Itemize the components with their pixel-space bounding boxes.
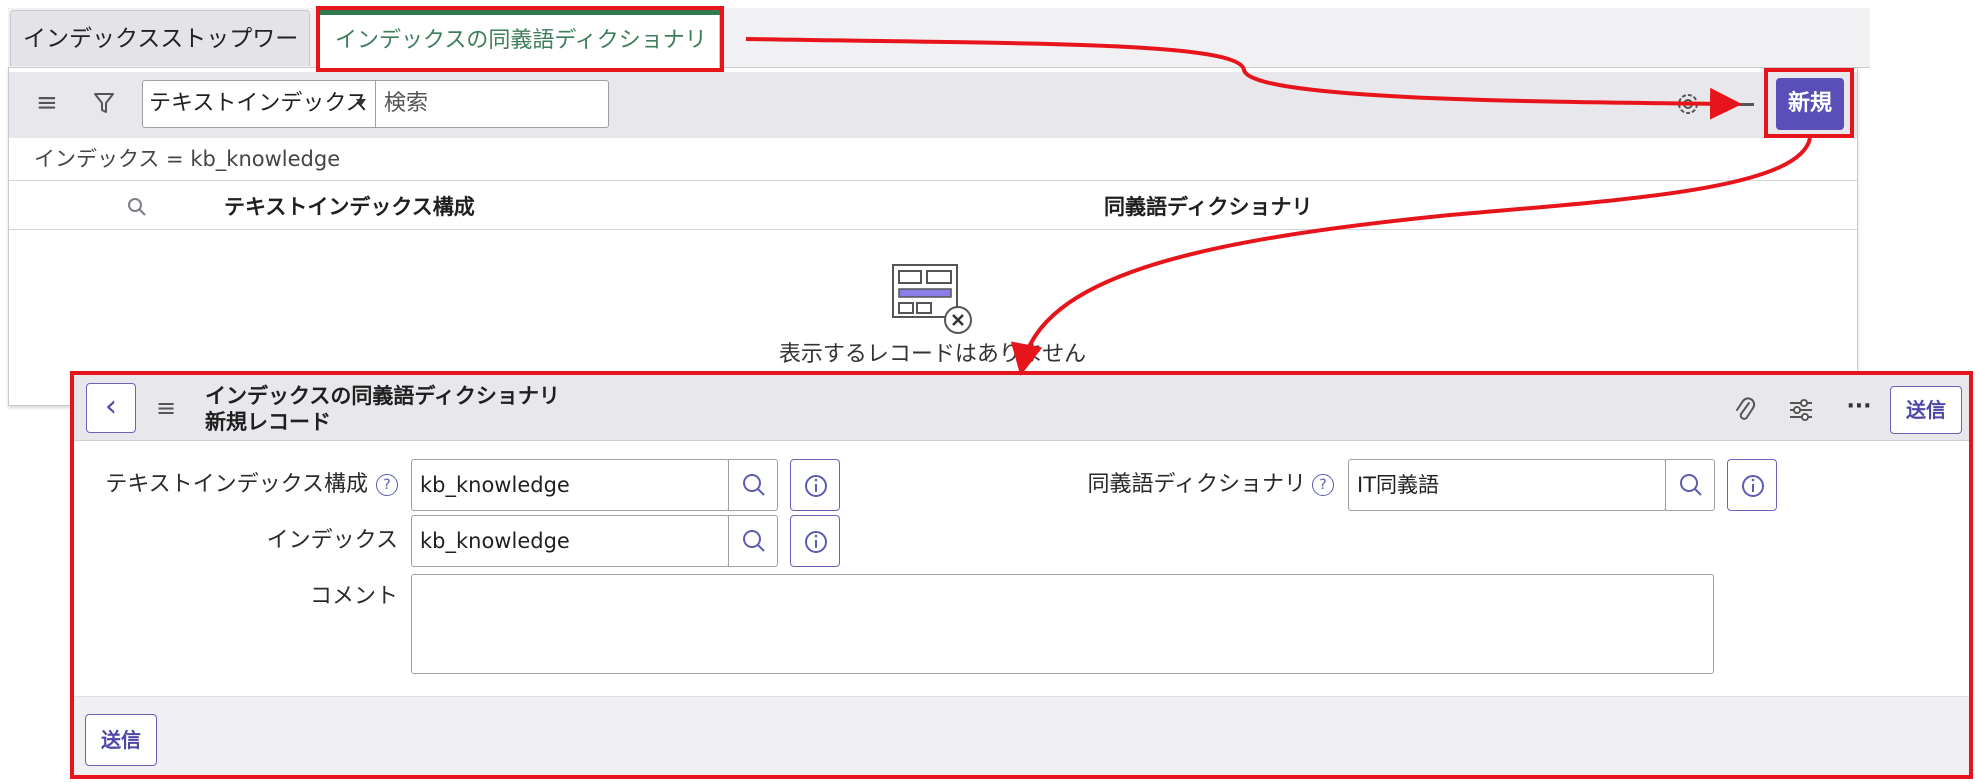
annotation-arrows xyxy=(745,37,1812,376)
